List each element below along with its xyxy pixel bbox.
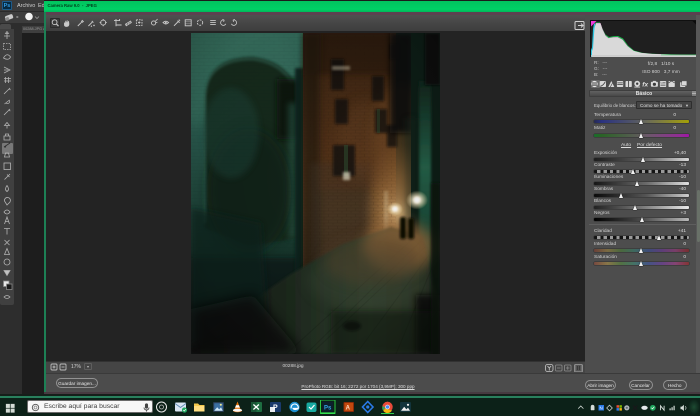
svg-text:A: A	[346, 405, 351, 411]
svg-text:P: P	[273, 405, 278, 412]
svg-text:N: N	[600, 406, 603, 411]
svg-text:fx: fx	[642, 82, 648, 88]
svg-text:Ps: Ps	[324, 405, 332, 411]
